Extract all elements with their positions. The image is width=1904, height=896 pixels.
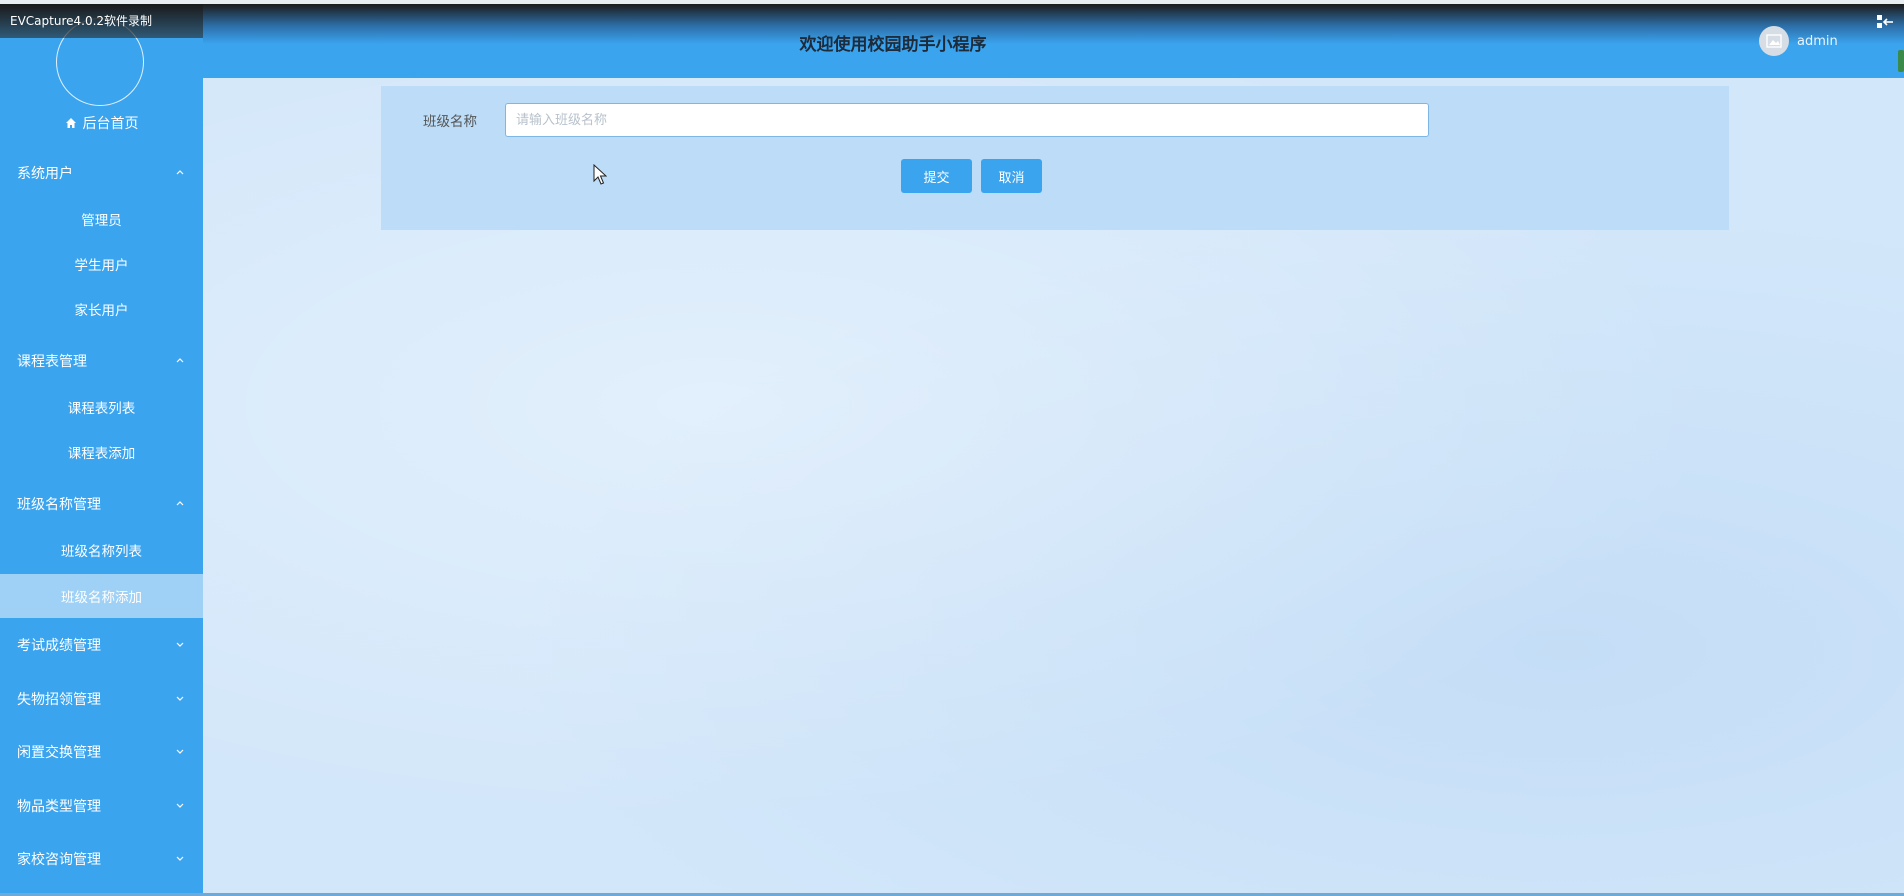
sidebar-item-schedule-list[interactable]: 课程表列表 bbox=[0, 387, 203, 427]
sidebar-item-label: 班级名称列表 bbox=[61, 544, 142, 560]
recorder-watermark: EVCapture4.0.2软件录制 bbox=[0, 4, 203, 38]
mouse-cursor-icon bbox=[593, 164, 607, 185]
page-title: 欢迎使用校园助手小程序 bbox=[799, 35, 987, 55]
sidebar-group-system-users[interactable]: 系统用户 bbox=[0, 153, 203, 193]
sidebar-item-label: 课程表添加 bbox=[67, 446, 136, 462]
add-class-form: 班级名称 提交 取消 bbox=[381, 86, 1729, 230]
chevron-down-icon bbox=[176, 642, 184, 647]
chevron-down-icon bbox=[176, 696, 184, 701]
sidebar-group-idle-exchange[interactable]: 闲置交换管理 bbox=[0, 732, 203, 772]
sidebar-item-label: 家长用户 bbox=[74, 303, 129, 319]
sidebar-item-class-name-list[interactable]: 班级名称列表 bbox=[0, 530, 203, 570]
sidebar-item-label: 学生用户 bbox=[74, 258, 129, 274]
sidebar-item-parent-users[interactable]: 家长用户 bbox=[0, 289, 203, 329]
sidebar-group-label: 家校咨询管理 bbox=[17, 852, 101, 868]
sidebar-group-label: 课程表管理 bbox=[17, 354, 87, 370]
scrollbar-indicator[interactable] bbox=[1898, 50, 1904, 72]
sidebar-home-link[interactable]: 后台首页 bbox=[0, 108, 203, 138]
sidebar-item-class-name-add[interactable]: 班级名称添加 bbox=[0, 574, 203, 618]
sidebar-item-admin[interactable]: 管理员 bbox=[0, 199, 203, 239]
user-menu[interactable]: admin bbox=[1759, 24, 1838, 58]
chevron-down-icon bbox=[176, 803, 184, 808]
sidebar-group-class-names[interactable]: 班级名称管理 bbox=[0, 484, 203, 524]
sidebar-group-label: 班级名称管理 bbox=[17, 497, 101, 513]
sidebar-group-label: 物品类型管理 bbox=[17, 799, 101, 815]
sidebar-item-label: 管理员 bbox=[81, 213, 122, 229]
sidebar: 后台首页 系统用户 管理员 学生用户 家长用户 课程表管理 课程表列表 课程表添… bbox=[0, 4, 203, 896]
chevron-down-icon bbox=[176, 856, 184, 861]
sidebar-group-label: 闲置交换管理 bbox=[17, 745, 101, 761]
home-icon bbox=[65, 118, 76, 128]
chevron-up-icon bbox=[176, 501, 184, 506]
avatar bbox=[1759, 26, 1789, 56]
chevron-up-icon bbox=[176, 170, 184, 175]
image-icon bbox=[1766, 34, 1782, 48]
main-content: 班级名称 提交 取消 bbox=[203, 78, 1904, 896]
sidebar-group-lost-found[interactable]: 失物招领管理 bbox=[0, 679, 203, 719]
cancel-button[interactable]: 取消 bbox=[981, 159, 1042, 193]
sidebar-group-label: 系统用户 bbox=[17, 166, 73, 182]
sidebar-home-label: 后台首页 bbox=[82, 116, 139, 132]
sidebar-item-label: 班级名称添加 bbox=[61, 590, 142, 606]
top-header: 欢迎使用校园助手小程序 admin bbox=[203, 4, 1904, 78]
sidebar-item-schedule-add[interactable]: 课程表添加 bbox=[0, 432, 203, 472]
chevron-down-icon bbox=[176, 749, 184, 754]
sidebar-group-exam-scores[interactable]: 考试成绩管理 bbox=[0, 625, 203, 665]
sidebar-item-label: 课程表列表 bbox=[67, 401, 136, 417]
class-name-input[interactable] bbox=[505, 103, 1429, 137]
collapse-icon[interactable] bbox=[1876, 14, 1894, 30]
submit-button[interactable]: 提交 bbox=[901, 159, 972, 193]
sidebar-group-schedule[interactable]: 课程表管理 bbox=[0, 341, 203, 381]
username: admin bbox=[1797, 33, 1838, 49]
chevron-up-icon bbox=[176, 358, 184, 363]
sidebar-item-student-users[interactable]: 学生用户 bbox=[0, 244, 203, 284]
class-name-label: 班级名称 bbox=[423, 114, 477, 130]
sidebar-group-label: 失物招领管理 bbox=[17, 692, 101, 708]
sidebar-group-home-school-consult[interactable]: 家校咨询管理 bbox=[0, 839, 203, 879]
sidebar-group-item-types[interactable]: 物品类型管理 bbox=[0, 786, 203, 826]
sidebar-group-label: 考试成绩管理 bbox=[17, 638, 101, 654]
